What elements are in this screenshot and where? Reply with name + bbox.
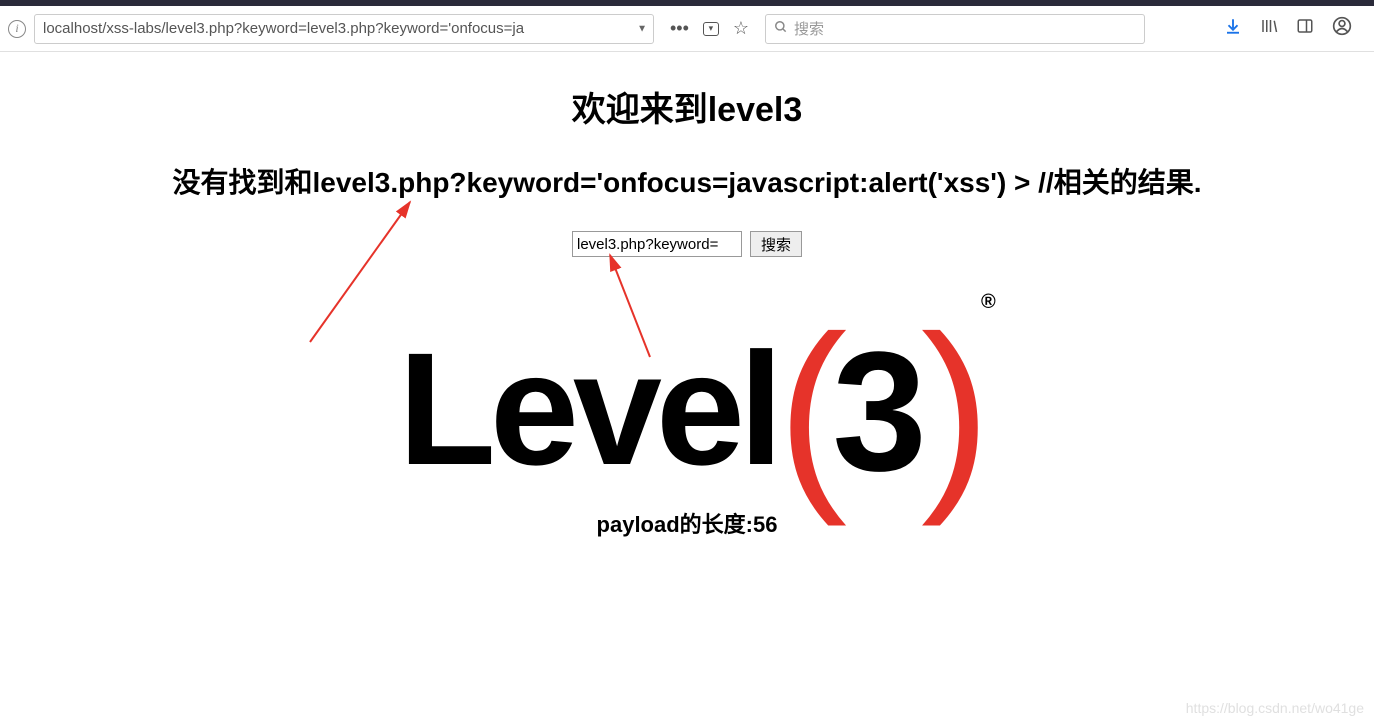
page-action-icons: ••• ▾ ☆ xyxy=(662,18,757,39)
url-dropdown-icon[interactable]: ▼ xyxy=(637,23,647,34)
search-icon xyxy=(774,20,788,37)
logo-text: Level(3) ® xyxy=(398,287,976,497)
logo-paren-right: ) xyxy=(921,292,976,527)
bookmark-star-icon[interactable]: ☆ xyxy=(733,18,749,39)
search-button[interactable]: 搜索 xyxy=(750,231,802,257)
search-form: 搜索 xyxy=(0,231,1374,257)
search-placeholder: 搜索 xyxy=(794,18,824,39)
sidebar-icon[interactable] xyxy=(1296,17,1314,40)
keyword-input[interactable] xyxy=(572,231,742,257)
site-info-icon[interactable]: i xyxy=(8,20,26,38)
browser-toolbar: i localhost/xss-labs/level3.php?keyword=… xyxy=(0,6,1374,52)
url-text: localhost/xss-labs/level3.php?keyword=le… xyxy=(43,20,524,37)
toolbar-right xyxy=(1224,16,1366,41)
page-title: 欢迎来到level3 xyxy=(0,82,1374,131)
logo-three: 3 xyxy=(832,317,921,507)
address-bar[interactable]: localhost/xss-labs/level3.php?keyword=le… xyxy=(34,14,654,44)
registered-mark: ® xyxy=(981,292,996,312)
watermark: https://blog.csdn.net/wo41ge xyxy=(1186,700,1364,716)
download-icon[interactable] xyxy=(1224,17,1242,40)
logo-word: Level xyxy=(398,319,777,498)
level3-logo: Level(3) ® xyxy=(362,287,1012,467)
page-content: 欢迎来到level3 没有找到和level3.php?keyword='onfo… xyxy=(0,52,1374,539)
payload-length: payload的长度:56 xyxy=(0,507,1374,539)
browser-search-bar[interactable]: 搜索 xyxy=(765,14,1145,44)
result-message: 没有找到和level3.php?keyword='onfocus=javascr… xyxy=(0,161,1374,201)
logo-paren-left: ( xyxy=(777,292,832,527)
library-icon[interactable] xyxy=(1260,17,1278,40)
more-icon[interactable]: ••• xyxy=(670,18,689,39)
reader-icon[interactable]: ▾ xyxy=(703,22,719,36)
url-fade xyxy=(601,15,631,43)
account-icon[interactable] xyxy=(1332,16,1352,41)
